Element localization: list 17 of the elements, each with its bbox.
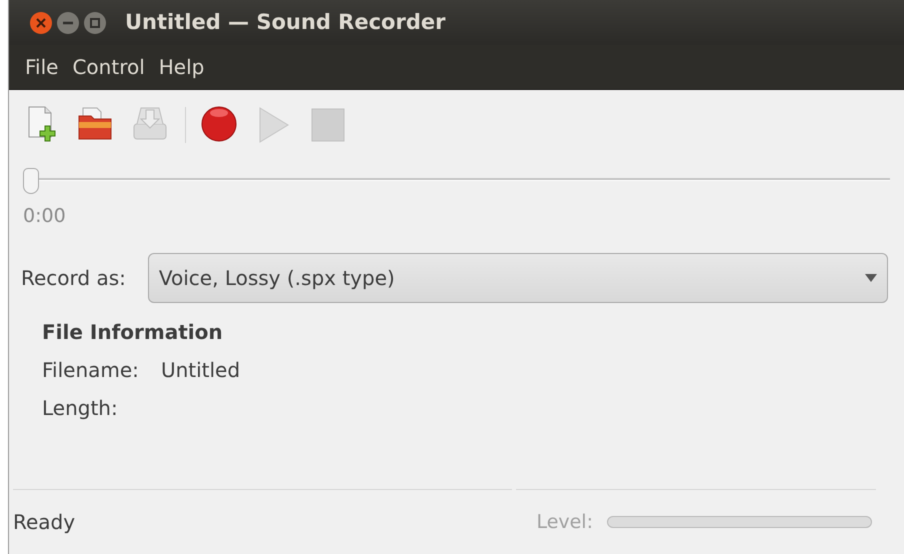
record-as-label: Record as: <box>21 264 126 292</box>
format-dropdown[interactable]: Voice, Lossy (.spx type) <box>148 252 888 302</box>
close-icon[interactable] <box>29 10 53 34</box>
field-label: Filename: <box>42 356 139 384</box>
status-text: Ready <box>13 509 76 536</box>
field-value: Untitled <box>160 356 240 384</box>
dropdown-arrow-icon <box>865 274 877 282</box>
minimize-icon[interactable] <box>56 10 80 34</box>
section-heading: File Information <box>42 318 224 346</box>
field-label: Length: <box>42 394 118 422</box>
menu-item[interactable]: File <box>19 52 64 82</box>
window-title: Untitled — Sound Recorder <box>125 8 446 36</box>
time-label: 0:00 <box>23 204 67 229</box>
menu-item[interactable]: Control <box>66 52 151 82</box>
menu-item[interactable]: Help <box>152 52 210 82</box>
maximize-icon[interactable] <box>83 10 107 34</box>
level-label: Level: <box>536 510 593 535</box>
